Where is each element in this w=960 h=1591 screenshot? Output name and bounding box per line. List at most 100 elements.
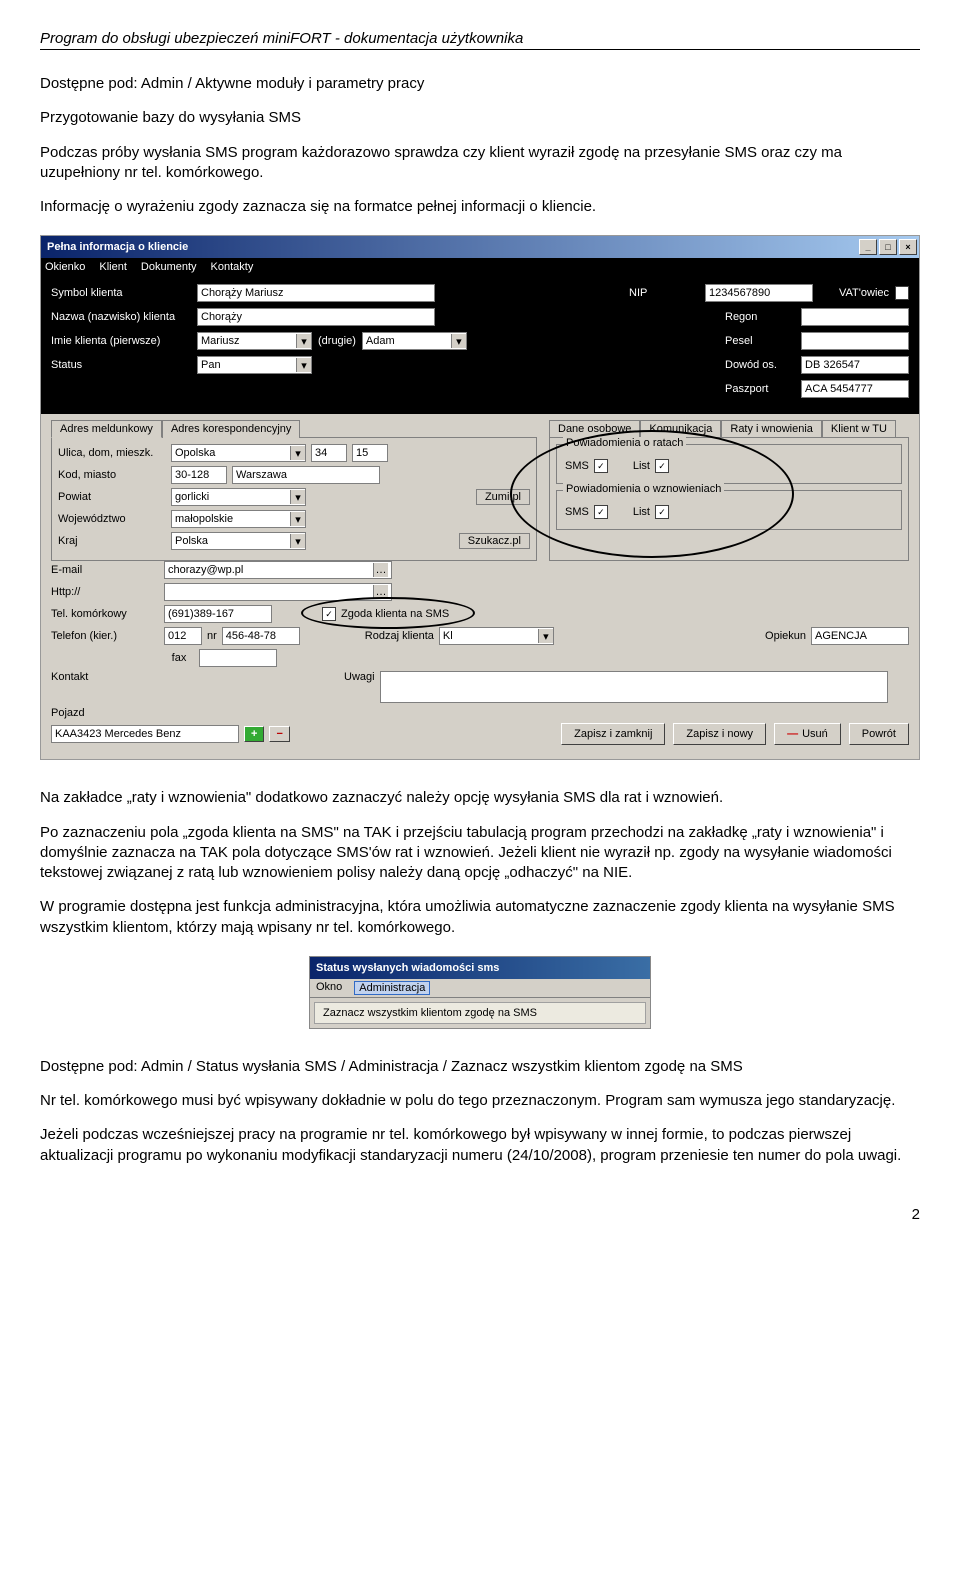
ellipsis-icon[interactable]: … [373,585,388,599]
client-detail-pane: Adres meldunkowy Adres korespondencyjny … [41,414,919,759]
button-szukacz[interactable]: Szukacz.pl [459,533,530,549]
checkbox-sms-raty[interactable]: ✓ [594,459,608,473]
chevron-down-icon: ▾ [290,512,305,526]
menu-dokumenty[interactable]: Dokumenty [141,261,197,273]
group-raty: Powiadomienia o ratach [563,437,686,449]
combo-status[interactable]: Pan▾ [197,356,312,374]
titlebar: Status wysłanych wiadomości sms [310,957,650,979]
input-nr[interactable]: 456-48-78 [222,627,300,645]
combo-powiat[interactable]: gorlicki▾ [171,488,306,506]
label-vat: VAT'owiec [839,287,889,299]
combo-imie[interactable]: Mariusz▾ [197,332,312,350]
combo-drugie[interactable]: Adam▾ [362,332,467,350]
label-sms-wznow: SMS [565,506,589,518]
input-paszport[interactable]: ACA 5454777 [801,380,909,398]
checkbox-sms-wznow[interactable]: ✓ [594,505,608,519]
minus-icon: — [787,728,798,740]
input-pojazd[interactable]: KAA3423 Mercedes Benz [51,725,239,743]
sms-status-window: Status wysłanych wiadomości sms Okno Adm… [309,956,651,1029]
tab-komunikacja[interactable]: Komunikacja [640,420,721,438]
input-kod[interactable]: 30-128 [171,466,227,484]
paragraph-heading: Przygotowanie bazy do wysyłania SMS [40,108,920,128]
menu-administracja[interactable]: Administracja [354,981,430,995]
maximize-button[interactable]: □ [879,239,897,255]
combo-rodzaj[interactable]: Kl▾ [439,627,554,645]
paragraph-8: Dostępne pod: Admin / Status wysłania SM… [40,1057,920,1077]
tab-dane-osobowe[interactable]: Dane osobowe [549,420,640,438]
menu-kontakty[interactable]: Kontakty [211,261,254,273]
input-pesel[interactable] [801,332,909,350]
button-powrot[interactable]: Powrót [849,723,909,745]
menu-item-zaznacz-zgode[interactable]: Zaznacz wszystkim klientom zgodę na SMS [314,1002,646,1024]
label-ulica: Ulica, dom, mieszk. [58,447,166,459]
menu-klient[interactable]: Klient [99,261,127,273]
chevron-down-icon: ▾ [296,358,311,372]
paragraph-nav-path-1: Dostępne pod: Admin / Aktywne moduły i p… [40,74,920,94]
chevron-down-icon: ▾ [290,534,305,548]
input-opiekun[interactable]: AGENCJA [811,627,909,645]
combo-kraj[interactable]: Polska▾ [171,532,306,550]
label-pojazd: Pojazd [51,707,159,719]
label-fax: fax [164,652,194,664]
label-rodzaj: Rodzaj klienta [365,630,434,642]
button-zapisz-nowy[interactable]: Zapisz i nowy [673,723,766,745]
menubar: Okienko Klient Dokumenty Kontakty [41,258,919,276]
input-dom[interactable]: 34 [311,444,347,462]
button-usun[interactable]: —Usuń [774,723,841,745]
tab-klient-tu[interactable]: Klient w TU [822,420,896,438]
input-fax[interactable] [199,649,277,667]
input-kier[interactable]: 012 [164,627,202,645]
chevron-down-icon: ▾ [290,490,305,504]
label-nip: NIP [629,287,699,299]
label-nazwa: Nazwa (nazwisko) klienta [51,311,191,323]
input-nazwa[interactable]: Chorąży [197,308,435,326]
chevron-down-icon: ▾ [451,334,466,348]
checkbox-list-raty[interactable]: ✓ [655,459,669,473]
label-zgoda-sms: Zgoda klienta na SMS [341,608,449,620]
paragraph-10: Jeżeli podczas wcześniejszej pracy na pr… [40,1125,920,1166]
window-title: Status wysłanych wiadomości sms [316,962,499,974]
combo-ulica[interactable]: Opolska▾ [171,444,306,462]
close-button[interactable]: × [899,239,917,255]
input-miasto[interactable]: Warszawa [232,466,380,484]
label-kod: Kod, miasto [58,469,166,481]
input-dowod[interactable]: DB 326547 [801,356,909,374]
menubar: Okno Administracja [310,979,650,998]
label-list-raty: List [633,460,650,472]
add-button[interactable]: + [244,726,264,742]
combo-woj[interactable]: małopolskie▾ [171,510,306,528]
menu-okienko[interactable]: Okienko [45,261,85,273]
checkbox-vat[interactable] [895,286,909,300]
chevron-down-icon: ▾ [296,334,311,348]
input-email[interactable]: chorazy@wp.pl… [164,561,392,579]
input-nip[interactable]: 1234567890 [705,284,813,302]
input-uwagi[interactable] [380,671,888,703]
button-zumi[interactable]: Zumi.pl [476,489,530,505]
titlebar: Pełna informacja o kliencie _ □ × [41,236,919,258]
button-zapisz-zamknij[interactable]: Zapisz i zamknij [561,723,665,745]
label-drugie: (drugie) [318,335,356,347]
input-mieszk[interactable]: 15 [352,444,388,462]
label-status: Status [51,359,191,371]
page-number: 2 [40,1206,920,1223]
menu-okno[interactable]: Okno [316,981,342,995]
checkbox-list-wznow[interactable]: ✓ [655,505,669,519]
paragraph-7: W programie dostępna jest funkcja admini… [40,897,920,938]
tab-adres-koresp[interactable]: Adres korespondencyjny [162,420,300,438]
paragraph-5: Na zakładce „raty i wznowienia" dodatkow… [40,788,920,808]
label-symbol: Symbol klienta [51,287,191,299]
checkbox-zgoda-sms[interactable]: ✓ [322,607,336,621]
input-regon[interactable] [801,308,909,326]
tab-raty-wznowienia[interactable]: Raty i wnowienia [721,420,822,438]
remove-button[interactable]: − [269,726,289,742]
input-http[interactable]: … [164,583,392,601]
label-imie: Imie klienta (pierwsze) [51,335,191,347]
minimize-button[interactable]: _ [859,239,877,255]
label-nr: nr [207,630,217,642]
input-symbol[interactable]: Chorąży Mariusz [197,284,435,302]
label-regon: Regon [725,311,795,323]
tab-adres-meldunkowy[interactable]: Adres meldunkowy [51,420,162,438]
input-kom[interactable]: (691)389-167 [164,605,272,623]
ellipsis-icon[interactable]: … [373,563,388,577]
label-http: Http:// [51,586,159,598]
